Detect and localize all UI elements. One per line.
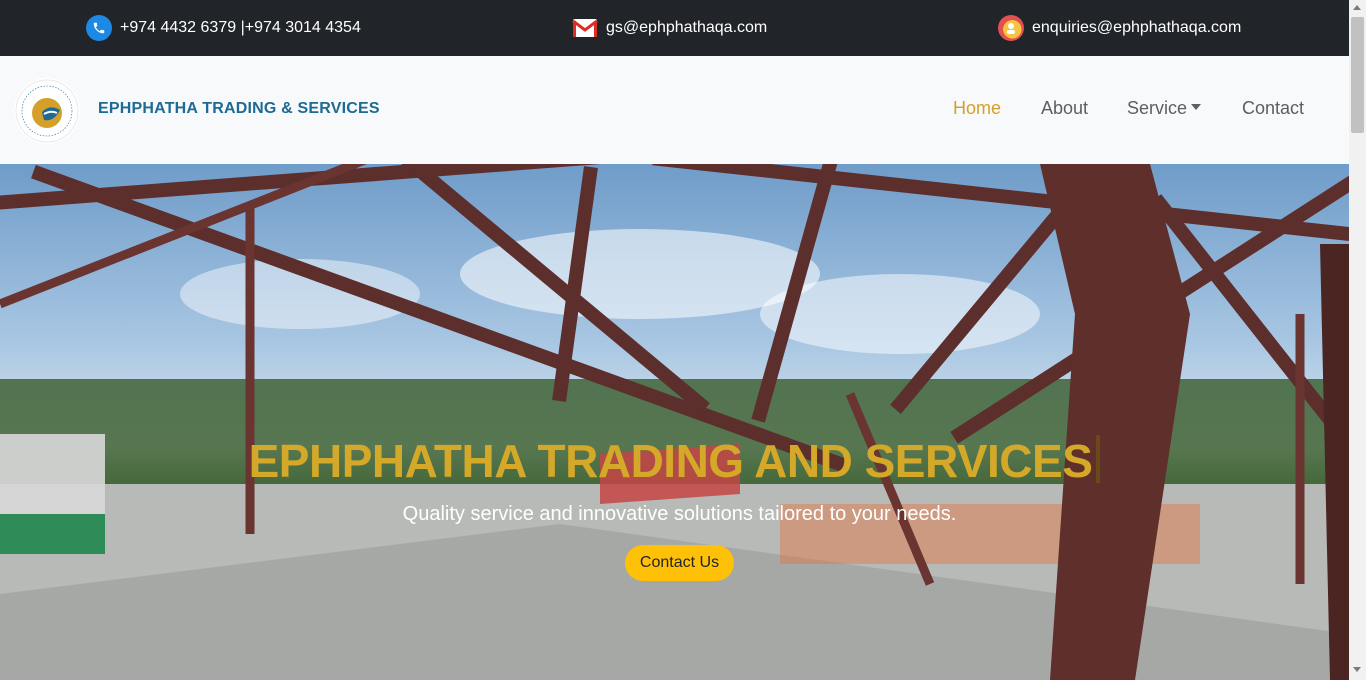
nav-about[interactable]: About [1041, 98, 1088, 119]
scroll-up-arrow-icon[interactable] [1353, 5, 1361, 10]
scroll-thumb[interactable] [1351, 17, 1364, 133]
phone-numbers: +974 4432 6379 |+974 3014 4354 [120, 19, 361, 36]
page-scrollbar[interactable] [1349, 0, 1366, 680]
nav-service-dropdown[interactable]: Service [1127, 98, 1202, 119]
contact-us-button[interactable]: Contact Us [625, 545, 734, 581]
enquiries-contact[interactable]: enquiries@ephphathaqa.com [998, 0, 1241, 56]
nav-service-label: Service [1127, 98, 1188, 118]
contact-topbar: +974 4432 6379 |+974 3014 4354 gs@ephpha… [0, 0, 1349, 56]
scroll-down-arrow-icon[interactable] [1353, 667, 1361, 672]
phone-icon [86, 15, 112, 41]
typing-cursor [1096, 435, 1101, 483]
hero-background-image [0, 164, 1349, 680]
hero-banner: EPHPHATHA TRADING AND SERVICES Quality s… [0, 164, 1349, 680]
hero-title: EPHPHATHA TRADING AND SERVICES [0, 434, 1349, 488]
chevron-down-icon [1191, 104, 1202, 110]
mail-icon [572, 15, 598, 41]
hero-subtitle: Quality service and innovative solutions… [402, 503, 957, 525]
phone-contact[interactable]: +974 4432 6379 |+974 3014 4354 [86, 0, 361, 56]
nav-contact[interactable]: Contact [1242, 98, 1304, 119]
brand-name[interactable]: EPHPHATHA TRADING & SERVICES [98, 100, 380, 118]
main-navbar: EPHPHATHA TRADING & SERVICES Home About … [0, 56, 1349, 164]
enquiries-address: enquiries@ephphathaqa.com [1032, 19, 1242, 36]
nav-home[interactable]: Home [953, 98, 1001, 119]
email-address: gs@ephphathaqa.com [606, 19, 768, 36]
email-contact[interactable]: gs@ephphathaqa.com [572, 0, 767, 56]
company-logo[interactable] [14, 78, 80, 144]
hero-title-text: EPHPHATHA TRADING AND SERVICES [248, 435, 1093, 487]
enquiries-icon [998, 15, 1024, 41]
